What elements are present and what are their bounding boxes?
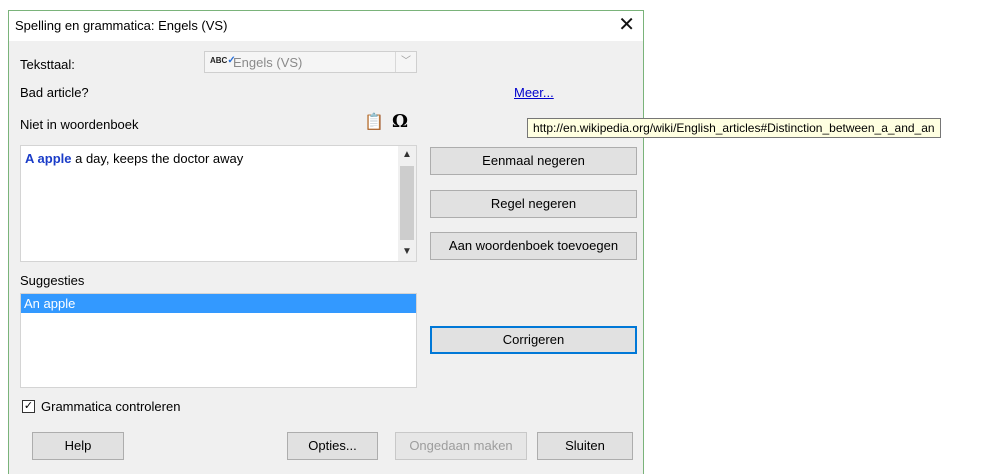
text-language-label: Teksttaal:	[20, 57, 75, 72]
special-character-omega-icon[interactable]: Ω	[392, 111, 408, 132]
undo-button: Ongedaan maken	[395, 432, 527, 460]
check-grammar-checkbox[interactable]: ✓	[22, 400, 35, 413]
suggestion-item[interactable]: An apple	[21, 294, 416, 313]
text-language-value: Engels (VS)	[233, 55, 303, 70]
dialog-title: Spelling en grammatica: Engels (VS)	[15, 18, 228, 33]
options-button[interactable]: Opties...	[287, 432, 378, 460]
not-in-dictionary-label: Niet in woordenboek	[20, 117, 139, 132]
sentence-text-area[interactable]: A apple a day, keeps the doctor away ▲ ▼	[20, 145, 417, 262]
paste-icon[interactable]: 📋	[364, 112, 384, 132]
help-button[interactable]: Help	[32, 432, 124, 460]
error-highlight: A apple	[25, 151, 72, 166]
text-language-select[interactable]: ABC✓ Engels (VS) ﹀	[204, 51, 417, 73]
error-type-label: Bad article?	[20, 85, 89, 100]
spelling-dialog: Spelling en grammatica: Engels (VS) ✕ Te…	[8, 10, 644, 474]
title-bar[interactable]: Spelling en grammatica: Engels (VS) ✕	[9, 11, 643, 41]
close-icon[interactable]: ✕	[618, 13, 635, 37]
suggestions-label: Suggesties	[20, 273, 85, 288]
chevron-down-icon[interactable]: ﹀	[395, 52, 416, 72]
add-to-dictionary-button[interactable]: Aan woordenboek toevoegen	[430, 232, 637, 260]
close-button[interactable]: Sluiten	[537, 432, 633, 460]
scroll-down-icon[interactable]: ▼	[398, 243, 416, 261]
spellcheck-abc-icon: ABC✓	[210, 55, 236, 66]
check-grammar-label: Grammatica controleren	[41, 399, 181, 414]
scroll-thumb[interactable]	[400, 166, 414, 240]
vertical-scrollbar[interactable]: ▲ ▼	[398, 146, 416, 261]
link-tooltip: http://en.wikipedia.org/wiki/English_art…	[527, 118, 941, 138]
scroll-up-icon[interactable]: ▲	[398, 146, 416, 164]
ignore-rule-button[interactable]: Regel negeren	[430, 190, 637, 218]
sentence-text: A apple a day, keeps the doctor away	[25, 151, 243, 166]
more-link[interactable]: Meer...	[514, 85, 554, 100]
suggestions-list[interactable]: An apple	[20, 293, 417, 388]
correct-button[interactable]: Corrigeren	[430, 326, 637, 354]
ignore-once-button[interactable]: Eenmaal negeren	[430, 147, 637, 175]
sentence-rest: a day, keeps the doctor away	[71, 151, 244, 166]
